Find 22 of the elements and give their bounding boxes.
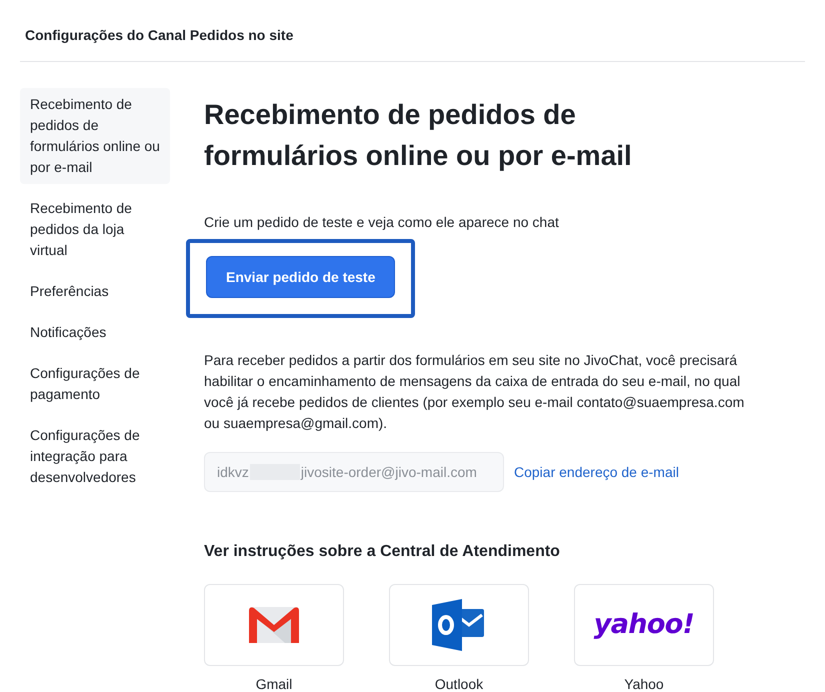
test-hint: Crie um pedido de teste e veja como ele aparece no chat <box>204 213 560 232</box>
outlook-envelope-icon <box>432 599 486 651</box>
envelope-m-icon <box>247 605 301 645</box>
page-heading: Recebimento de pedidos de formulários online ou por e-mail <box>204 98 633 173</box>
sidebar-item[interactable]: Configurações de integração para desenvolvedores <box>20 425 170 488</box>
send-test-order-button[interactable]: Enviar pedido de teste <box>206 256 396 298</box>
yahoo-logo: yahoo! <box>594 608 694 642</box>
provider-label: Gmail <box>256 675 292 692</box>
provider-card[interactable] <box>204 584 344 666</box>
section-heading: Ver instruções sobre a Central de Atendimento <box>204 542 561 562</box>
page-title: Configurações do Canal Pedidos no site <box>25 27 294 43</box>
sidebar-item[interactable]: Recebimento de pedidos da loja virtual <box>20 198 170 261</box>
description-text: Para receber pedidos a partir dos formulários em seu site no JivoChat, você precisará habilitar o encaminhamento de mensagens da caixa de entrada do seu e-mail, no qual você já recebe pedidos de clientes (por exemplo seu e-mail contato@suaempresa.com ou suaempresa@gmail.com). <box>204 351 746 433</box>
provider-card[interactable] <box>389 584 529 666</box>
sidebar-item[interactable]: Configurações de pagamento <box>20 363 170 405</box>
sidebar-item[interactable]: Notificações <box>20 322 170 343</box>
sidebar-item[interactable]: Preferências <box>20 281 170 302</box>
sidebar-item[interactable]: Recebimento de pedidos de formulários online ou por e-mail <box>20 88 170 184</box>
provider-label: Yahoo <box>624 675 664 692</box>
copy-email-link[interactable]: Copiar endereço de e-mail <box>514 462 679 482</box>
provider-card[interactable]: yahoo! <box>574 584 714 666</box>
provider-label: Outlook <box>434 675 484 692</box>
